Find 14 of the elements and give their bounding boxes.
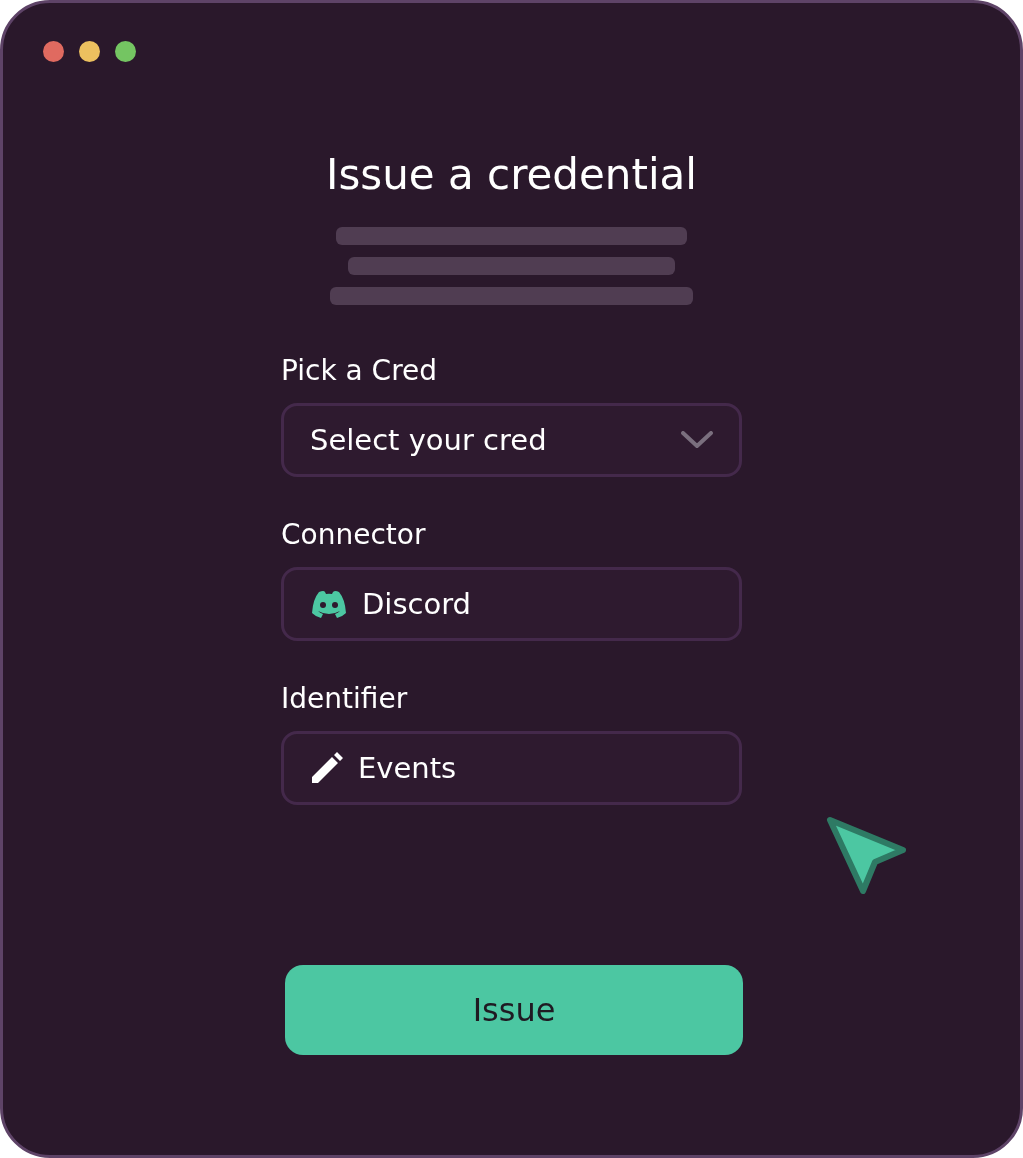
field-label: Pick a Cred bbox=[281, 353, 439, 389]
field-label: Identifier bbox=[281, 681, 409, 717]
pencil-icon bbox=[310, 751, 344, 785]
window-control-dot[interactable] bbox=[115, 41, 136, 62]
gamepad-logo-icon bbox=[310, 589, 348, 619]
input-field[interactable]: Discord bbox=[281, 567, 742, 641]
input-field[interactable]: Events bbox=[281, 731, 742, 805]
issue-button[interactable]: Issue bbox=[285, 965, 743, 1055]
chevron-down-icon bbox=[681, 431, 713, 449]
page-title: Issue a credential bbox=[326, 149, 697, 201]
window-control-dot[interactable] bbox=[79, 41, 100, 62]
field-label: Connector bbox=[281, 517, 427, 553]
window-control-dot[interactable] bbox=[43, 41, 64, 62]
select-dropdown[interactable]: Select your cred bbox=[281, 403, 742, 477]
